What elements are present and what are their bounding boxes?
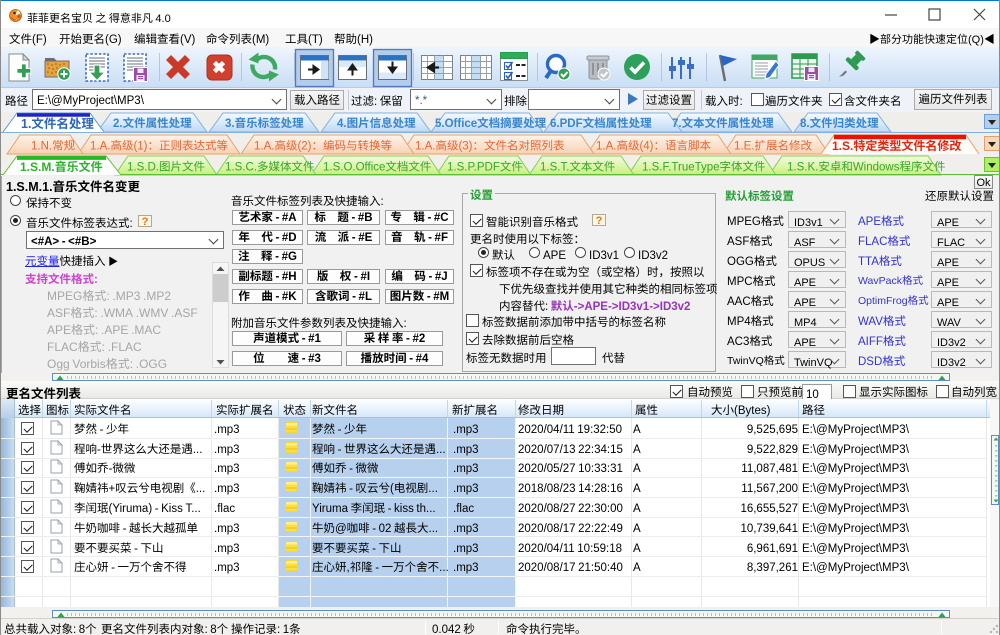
svg-text:1.S.F.TrueType字体文件: 1.S.F.TrueType字体文件 (642, 159, 766, 175)
svg-text:1.S.D.图片文件: 1.S.D.图片文件 (127, 159, 205, 175)
svg-text:1.S.O.Office文档文件: 1.S.O.Office文档文件 (323, 159, 431, 175)
svg-text:4.图片信息处理: 4.图片信息处理 (337, 115, 416, 131)
svg-text:1.A.高级(2)：编码与转换等: 1.A.高级(2)：编码与转换等 (254, 138, 392, 154)
svg-text:1.N.常规: 1.N.常规 (31, 138, 76, 154)
svg-text:2.文件属性处理: 2.文件属性处理 (113, 115, 192, 131)
svg-text:1.S.M.音乐文件: 1.S.M.音乐文件 (20, 158, 103, 175)
svg-text:1.A.高级(3)：文件名对照列表: 1.A.高级(3)：文件名对照列表 (415, 138, 565, 154)
svg-text:1.S.特定类型文件名修改: 1.S.特定类型文件名修改 (832, 137, 961, 154)
svg-text:6.PDF文档属性处理: 6.PDF文档属性处理 (550, 115, 652, 131)
svg-text:1.A.高级(1)：正则表达式等: 1.A.高级(1)：正则表达式等 (90, 138, 228, 154)
svg-text:1.S.C.多媒体文件: 1.S.C.多媒体文件 (225, 159, 314, 175)
svg-text:1.文件名处理: 1.文件名处理 (21, 113, 94, 132)
svg-text:1.S.K.安卓和Windows程序文件: 1.S.K.安卓和Windows程序文件 (787, 159, 945, 175)
svg-text:1.A.高级(4)：语言脚本: 1.A.高级(4)：语言脚本 (596, 138, 712, 154)
svg-text:3.音乐标签处理: 3.音乐标签处理 (225, 115, 304, 131)
svg-text:1.S.T.文本文件: 1.S.T.文本文件 (540, 159, 615, 175)
svg-text:1.E.扩展名修改: 1.E.扩展名修改 (734, 138, 812, 154)
svg-text:7.文本文件属性处理: 7.文本文件属性处理 (672, 115, 774, 131)
svg-text:5.Office文档摘要处理: 5.Office文档摘要处理 (435, 115, 547, 131)
svg-text:8.文件归类处理: 8.文件归类处理 (800, 115, 879, 131)
svg-text:1.S.P.PDF文件: 1.S.P.PDF文件 (447, 159, 523, 175)
